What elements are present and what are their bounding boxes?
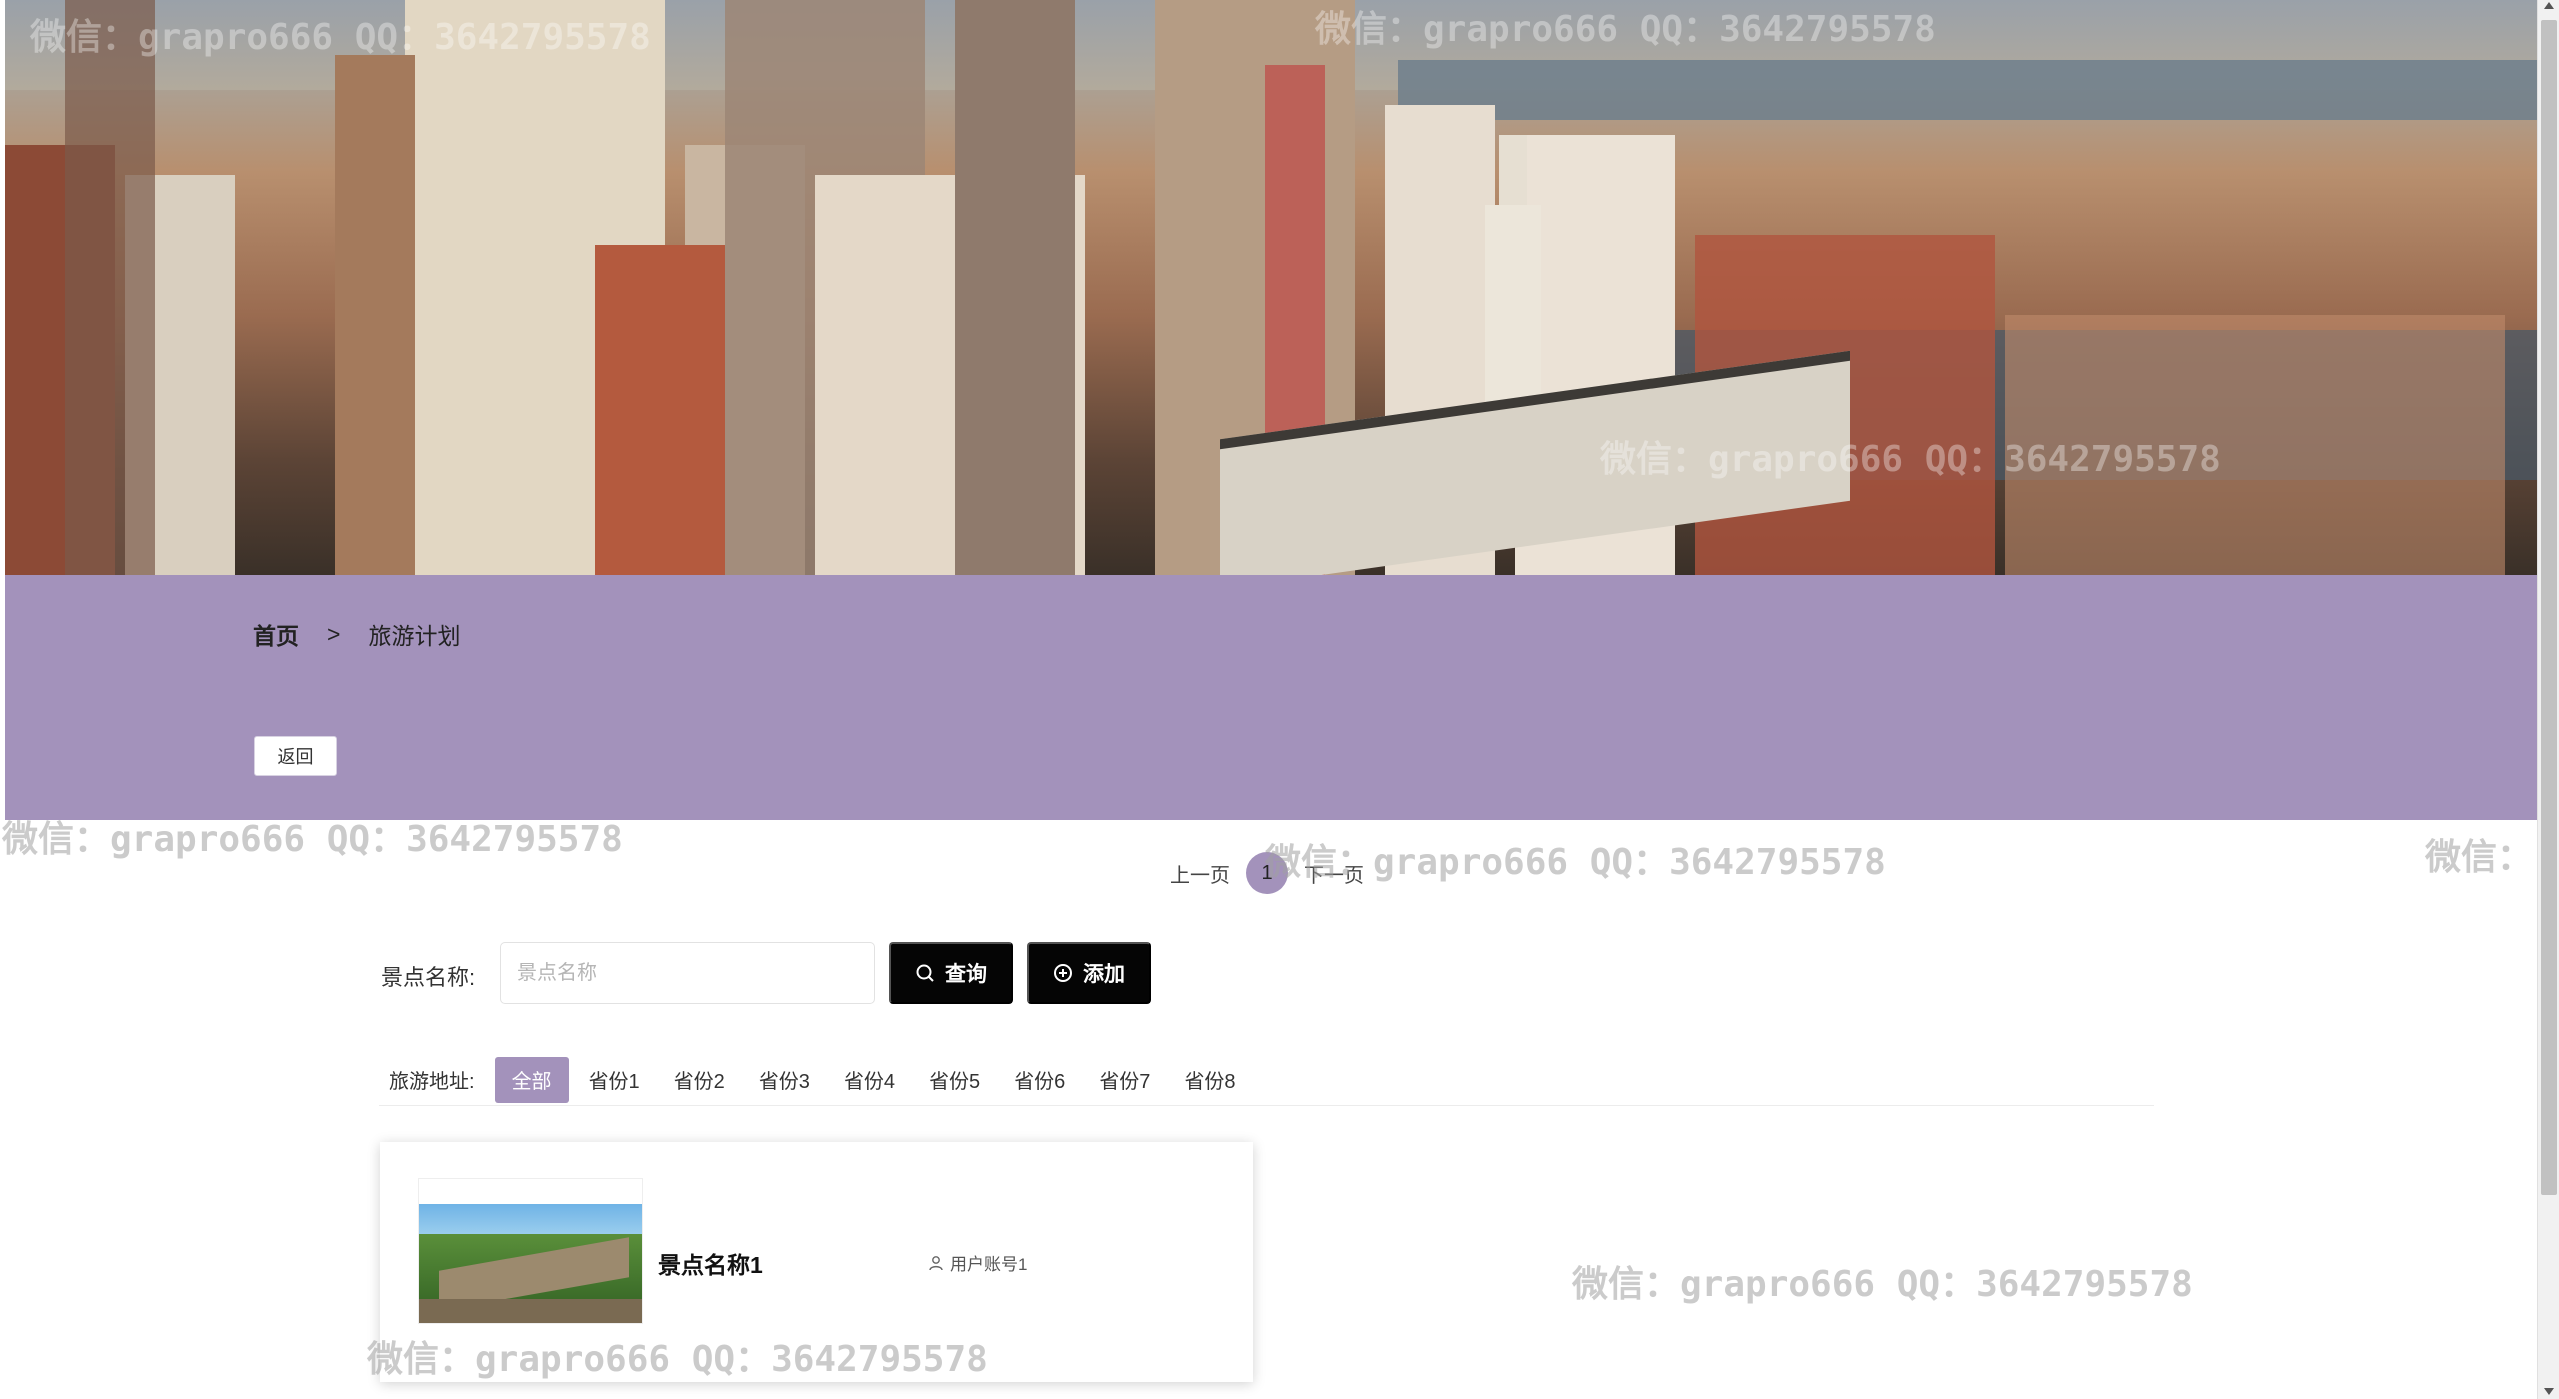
thumb-ground [419, 1299, 642, 1323]
attraction-user-label: 用户账号1 [950, 1255, 1028, 1274]
query-button-label: 查询 [945, 963, 987, 986]
page-number-current[interactable]: 1 [1246, 852, 1288, 894]
breadcrumb: 首页 > 旅游计划 [253, 617, 460, 651]
attraction-name[interactable]: 景点名称1 [658, 1246, 763, 1280]
page-scrollbar[interactable] [2537, 0, 2559, 1399]
attraction-user: 用户账号1 [928, 1250, 1027, 1275]
scrollbar-thumb[interactable] [2541, 20, 2557, 1195]
filter-item-province-3[interactable]: 省份3 [745, 1057, 824, 1103]
scroll-up-icon[interactable] [2544, 2, 2554, 9]
search-input[interactable] [500, 942, 875, 1004]
filter-item-all[interactable]: 全部 [494, 1056, 569, 1103]
search-icon [916, 964, 934, 982]
breadcrumb-separator: > [327, 620, 341, 647]
hero-building [2005, 315, 2505, 575]
plus-circle-icon [1054, 964, 1072, 982]
add-button[interactable]: 添加 [1027, 942, 1151, 1004]
prev-page-button[interactable]: 上一页 [1170, 859, 1230, 888]
pagination: 上一页 1 下一页 [1170, 852, 1364, 894]
page: 首页 > 旅游计划 返回 上一页 1 下一页 景点名称: 查询 添加 旅游地址:… [0, 0, 2559, 1399]
filter-item-province-2[interactable]: 省份2 [660, 1057, 739, 1103]
query-button[interactable]: 查询 [889, 942, 1013, 1004]
filter-item-province-6[interactable]: 省份6 [1000, 1057, 1079, 1103]
watermark: 微信： [2425, 837, 2534, 878]
address-filter: 旅游地址: 全部 省份1 省份2 省份3 省份4 省份5 省份6 省份7 省份8 [379, 1054, 2154, 1106]
hero-building [595, 245, 725, 575]
breadcrumb-home-link[interactable]: 首页 [253, 617, 299, 651]
filter-item-province-7[interactable]: 省份7 [1085, 1057, 1164, 1103]
breadcrumb-current: 旅游计划 [368, 623, 461, 649]
filter-item-province-8[interactable]: 省份8 [1170, 1057, 1249, 1103]
scroll-down-icon[interactable] [2544, 1388, 2554, 1395]
add-button-label: 添加 [1083, 963, 1125, 986]
next-page-button[interactable]: 下一页 [1304, 859, 1364, 888]
filter-label: 旅游地址: [389, 1071, 475, 1093]
user-icon [929, 1255, 943, 1270]
back-button[interactable]: 返回 [254, 736, 337, 776]
filter-item-province-4[interactable]: 省份4 [830, 1057, 909, 1103]
search-label: 景点名称: [381, 965, 476, 990]
hero-banner-image [5, 0, 2537, 575]
watermark: 微信：grapro666 QQ：3642795578 [1572, 1264, 2193, 1305]
breadcrumb-band [5, 575, 2537, 820]
hero-building [955, 0, 1075, 575]
attraction-thumbnail[interactable] [418, 1178, 643, 1324]
hero-building [335, 55, 415, 575]
attraction-card[interactable]: 景点名称1 用户账号1 [380, 1142, 1253, 1382]
hero-building [65, 0, 155, 575]
hero-bay [1397, 60, 2537, 120]
filter-item-province-1[interactable]: 省份1 [575, 1057, 654, 1103]
hero-clock-tower [1485, 135, 1541, 425]
filter-item-province-5[interactable]: 省份5 [915, 1057, 994, 1103]
